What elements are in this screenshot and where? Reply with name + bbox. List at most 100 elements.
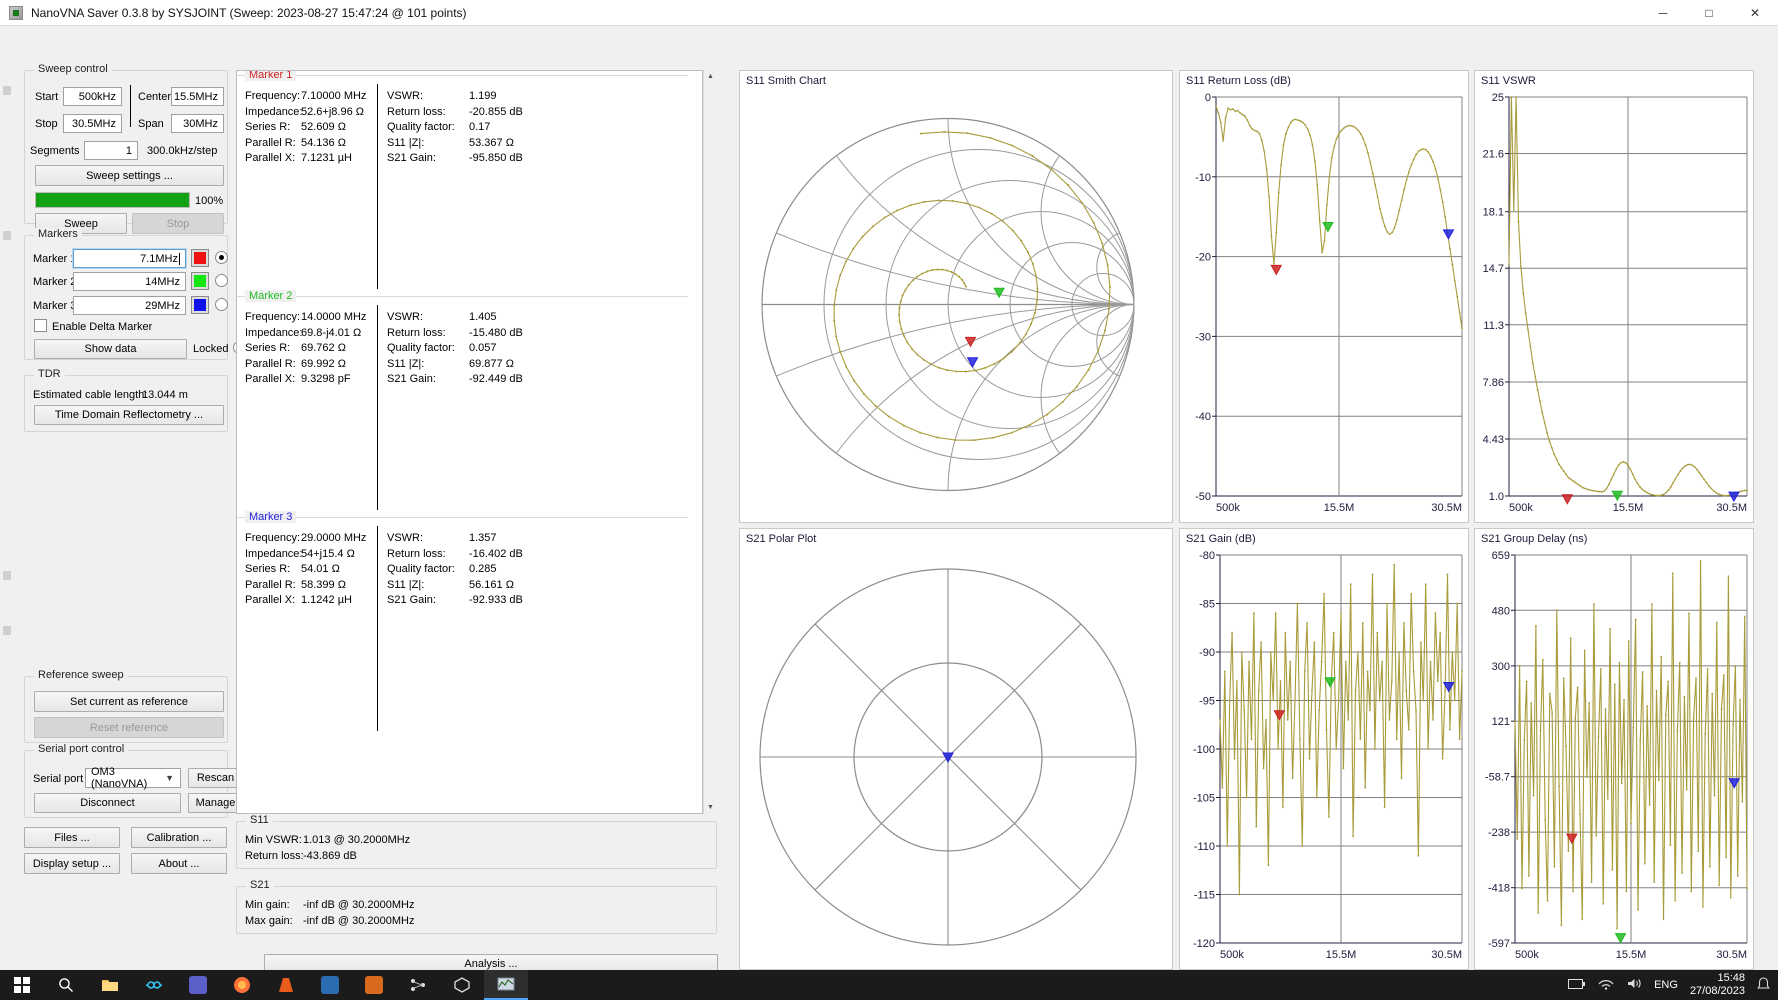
y-axis-tick: 4.43 bbox=[1483, 434, 1504, 446]
marker2-color-swatch[interactable] bbox=[191, 272, 209, 290]
marker-panel-scrollbar[interactable]: ▲ ▼ bbox=[703, 70, 717, 814]
chart-marker-1[interactable] bbox=[1270, 264, 1283, 276]
vlc-icon[interactable] bbox=[264, 970, 308, 1000]
y-axis-tick: 0 bbox=[1205, 92, 1211, 104]
marker-field-value: 7.10000 MHz bbox=[301, 90, 367, 102]
marker3-input[interactable]: 29MHz bbox=[73, 296, 186, 315]
marker-field-key: Series R: bbox=[245, 563, 291, 575]
search-icon[interactable] bbox=[44, 970, 88, 1000]
chart-marker-3[interactable] bbox=[1728, 778, 1741, 789]
tray-network-icon[interactable] bbox=[1598, 978, 1614, 993]
marker-field-key: VSWR: bbox=[387, 311, 424, 323]
span-input[interactable]: 30MHz bbox=[171, 114, 224, 133]
scroll-down-icon[interactable]: ▼ bbox=[704, 801, 717, 814]
min-gain-value: -inf dB @ 30.2000MHz bbox=[303, 899, 415, 911]
app-blue-icon[interactable] bbox=[308, 970, 352, 1000]
x-axis-tick: 30.5M bbox=[1716, 949, 1747, 961]
marker3-color-swatch[interactable] bbox=[191, 296, 209, 314]
sweep-settings-button[interactable]: Sweep settings ... bbox=[35, 165, 224, 186]
center-input[interactable]: 15.5MHz bbox=[171, 87, 224, 106]
marker2-active-radio[interactable] bbox=[215, 274, 228, 287]
marker-data-block: Marker 3 Frequency: 29.0000 MHz Impedance: 5… bbox=[237, 511, 688, 738]
tray-volume-icon[interactable] bbox=[1626, 977, 1642, 993]
s21-polar-chart[interactable]: S21 Polar Plot bbox=[739, 528, 1173, 970]
set-reference-button[interactable]: Set current as reference bbox=[34, 691, 224, 712]
marker3-active-radio[interactable] bbox=[215, 298, 228, 311]
left-scroll-strip bbox=[0, 26, 14, 970]
chart-marker-2[interactable] bbox=[1614, 933, 1627, 944]
y-axis-tick: 300 bbox=[1492, 661, 1510, 673]
marker1-active-radio[interactable] bbox=[215, 251, 228, 264]
start-input[interactable]: 500kHz bbox=[63, 87, 122, 106]
file-explorer-icon[interactable] bbox=[88, 970, 132, 1000]
window-title: NanoVNA Saver 0.3.8 by SYSJOINT (Sweep: … bbox=[31, 5, 467, 20]
about-button[interactable]: About ... bbox=[131, 853, 227, 874]
network-tool-icon[interactable] bbox=[396, 970, 440, 1000]
marker1-input[interactable]: 7.1MHz bbox=[72, 248, 187, 269]
box-app-icon[interactable] bbox=[440, 970, 484, 1000]
s11-vswr-chart[interactable]: S11 VSWR 25 21.6 18.1 14.7 11.3 7.86 4.43 1.0 50… bbox=[1474, 70, 1754, 523]
chart-marker-2[interactable] bbox=[1324, 677, 1336, 688]
marker2-input[interactable]: 14MHz bbox=[73, 272, 186, 291]
sweep-control-group: Sweep control Start 500kHz Center 15.5MH… bbox=[24, 63, 228, 234]
minimize-button[interactable]: ─ bbox=[1640, 0, 1686, 26]
reset-reference-button[interactable]: Reset reference bbox=[34, 717, 224, 738]
s21-group-delay-chart[interactable]: S21 Group Delay (ns) 659 480 300 121 -58.7 -2… bbox=[1474, 528, 1754, 970]
y-axis-tick: -110 bbox=[1194, 841, 1215, 853]
smith-marker-3[interactable] bbox=[966, 357, 979, 368]
marker-field-value: -15.480 dB bbox=[469, 326, 523, 339]
marker-field-key: Parallel X: bbox=[245, 152, 296, 164]
teams-icon[interactable] bbox=[176, 970, 220, 1000]
manage-button[interactable]: Manage bbox=[188, 793, 243, 813]
marker1-color-swatch[interactable] bbox=[191, 249, 209, 267]
disconnect-button[interactable]: Disconnect bbox=[34, 793, 181, 813]
progress-percent: 100% bbox=[195, 195, 224, 207]
strip-nub bbox=[3, 571, 11, 580]
stop-input[interactable]: 30.5MHz bbox=[63, 114, 122, 133]
chart-marker-3[interactable] bbox=[1728, 491, 1740, 503]
s21-gain-chart[interactable]: S21 Gain (dB) -80 -85 -90 -95 -100 -105 -110 -1… bbox=[1179, 528, 1469, 970]
s11-summary-legend: S11 bbox=[246, 814, 273, 826]
chart-marker-3[interactable] bbox=[1442, 229, 1455, 240]
serial-port-value: OM3 (NanoVNA) bbox=[91, 766, 148, 790]
nanovna-saver-taskbar-icon[interactable] bbox=[484, 970, 528, 1000]
stop-button[interactable]: Stop bbox=[132, 213, 224, 234]
display-setup-button[interactable]: Display setup ... bbox=[24, 853, 120, 874]
start-button[interactable] bbox=[0, 970, 44, 1000]
chart-marker-1[interactable] bbox=[1561, 494, 1574, 505]
files-button[interactable]: Files ... bbox=[24, 827, 120, 848]
smith-marker-1[interactable] bbox=[964, 336, 977, 348]
window-controls: ─ □ ✕ bbox=[1640, 0, 1778, 26]
tray-clock[interactable]: 15:48 27/08/2023 bbox=[1690, 972, 1745, 997]
marker-field-value: 54.01 Ω bbox=[301, 563, 340, 575]
chart-marker-2[interactable] bbox=[1322, 222, 1334, 233]
app-orange-icon[interactable] bbox=[352, 970, 396, 1000]
rescan-button[interactable]: Rescan bbox=[188, 768, 243, 788]
serial-port-select[interactable]: OM3 (NanoVNA) ▼ bbox=[85, 766, 181, 790]
calibration-button[interactable]: Calibration ... bbox=[131, 827, 227, 848]
marker-column-divider bbox=[377, 84, 378, 289]
enable-delta-marker-checkbox[interactable] bbox=[34, 319, 47, 332]
maximize-button[interactable]: □ bbox=[1686, 0, 1732, 26]
marker-field-key: Frequency: bbox=[245, 532, 301, 544]
tray-battery-icon[interactable] bbox=[1568, 978, 1586, 993]
s11-return-loss-chart[interactable]: S11 Return Loss (dB) 0 -10 -20 -30 -40 -50 500… bbox=[1179, 70, 1469, 523]
marker-field-value: 58.399 Ω bbox=[301, 578, 346, 591]
markers-group: Markers Marker 1 7.1MHz Marker 2 14MHz M… bbox=[24, 228, 246, 360]
show-data-button[interactable]: Show data bbox=[34, 339, 187, 359]
close-button[interactable]: ✕ bbox=[1732, 0, 1778, 26]
infinity-app-icon[interactable] bbox=[132, 970, 176, 1000]
smith-chart[interactable]: S11 Smith Chart bbox=[739, 70, 1173, 523]
segments-input[interactable]: 1 bbox=[84, 141, 138, 160]
chart-canvas bbox=[761, 117, 1135, 492]
marker-field-key: S11 |Z|: bbox=[387, 357, 425, 370]
scroll-up-icon[interactable]: ▲ bbox=[704, 70, 717, 83]
notifications-icon[interactable] bbox=[1757, 976, 1770, 994]
firefox-icon[interactable] bbox=[220, 970, 264, 1000]
tdr-button[interactable]: Time Domain Reflectometry ... bbox=[34, 405, 224, 425]
smith-marker-2[interactable] bbox=[993, 287, 1005, 299]
s11-return-loss-value: -43.869 dB bbox=[303, 850, 357, 862]
tray-language[interactable]: ENG bbox=[1654, 979, 1678, 991]
chart-marker-1[interactable] bbox=[1273, 710, 1286, 721]
chart-canvas: 659 480 300 121 -58.7 -238 -418 -597 500k 15.5M 30… bbox=[1485, 550, 1748, 961]
